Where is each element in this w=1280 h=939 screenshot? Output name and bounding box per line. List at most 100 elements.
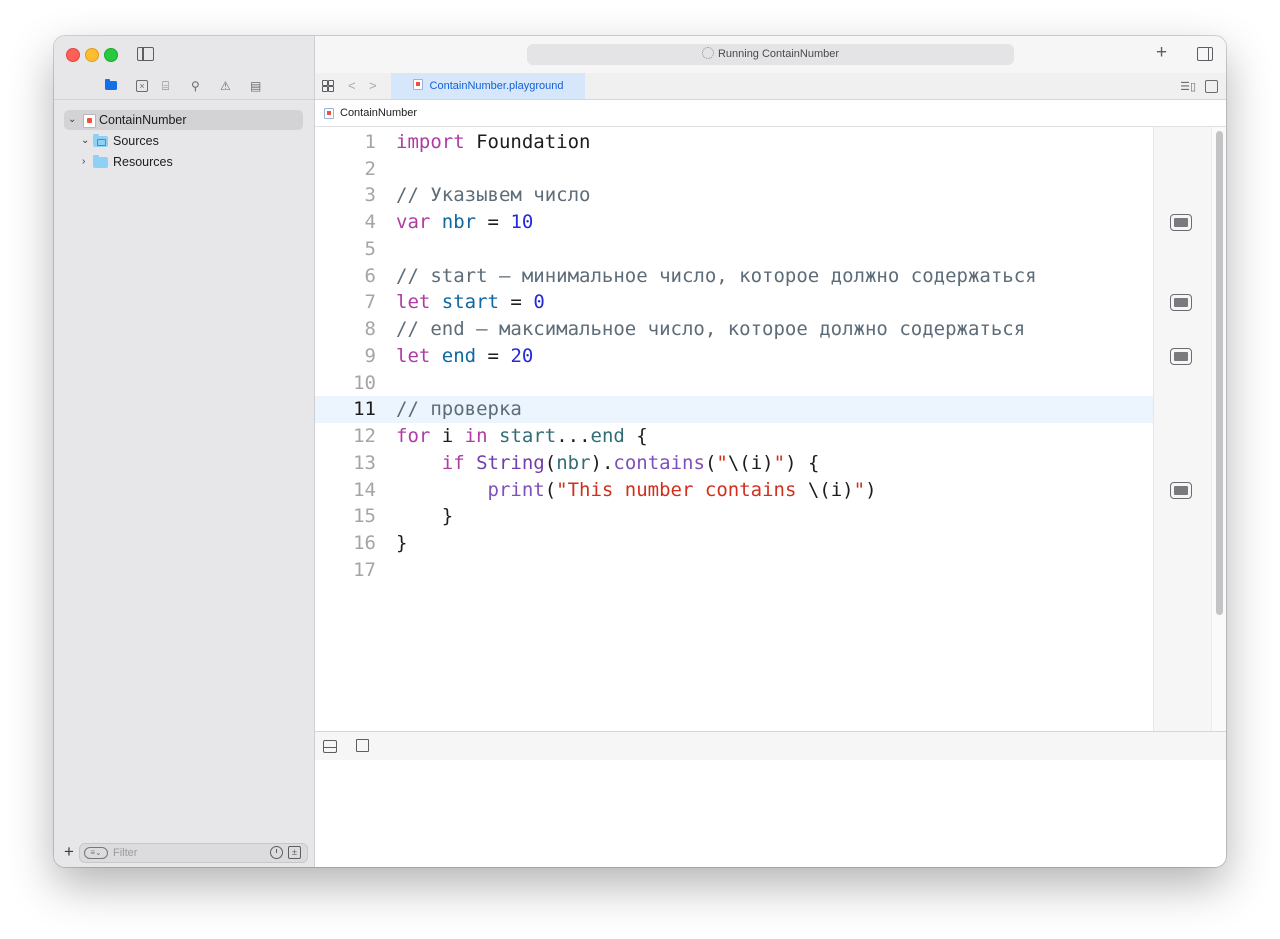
code-line[interactable]: 6 // start — минимальное число, которое д…	[315, 263, 1153, 290]
sources-folder-icon	[93, 134, 108, 147]
zoom-window-button[interactable]	[104, 48, 118, 62]
code-line[interactable]: 10	[315, 370, 1153, 397]
execute-playground-stop-icon[interactable]	[356, 739, 369, 752]
playground-file-icon	[83, 114, 96, 128]
navigator-selector-bar: × ⌸ ⚲ ⚠ ▤	[54, 73, 314, 100]
inspector-toggle-icon[interactable]	[1197, 47, 1213, 61]
results-sidebar	[1153, 127, 1212, 731]
filter-options-icon[interactable]: ≡⌄	[84, 847, 108, 859]
line-number: 17	[353, 559, 376, 581]
code-line[interactable]: 16}	[315, 530, 1153, 557]
filter-placeholder: Filter	[113, 847, 138, 859]
code-line[interactable]: 4 var nbr = 10	[315, 209, 1153, 236]
quick-look-result-icon[interactable]	[1170, 348, 1192, 365]
go-forward-chevron-icon[interactable]: >	[369, 78, 377, 93]
code-text: // Указывем число	[396, 184, 591, 206]
activity-status-text: Running ContainNumber	[717, 48, 840, 60]
add-file-plus-icon[interactable]: +	[64, 843, 74, 861]
navigator-filter-field[interactable]: ≡⌄ Filter ±	[79, 843, 308, 863]
tree-item-resources[interactable]: › Resources	[64, 152, 303, 172]
debug-bar	[315, 731, 1226, 761]
code-text: }	[396, 505, 454, 527]
code-line[interactable]: 17	[315, 557, 1153, 584]
report-navigator-icon[interactable]: ▤	[250, 80, 261, 92]
source-control-filter-icon[interactable]: ±	[288, 846, 301, 859]
line-number: 16	[353, 532, 376, 554]
code-line-current[interactable]: 11 // проверка	[315, 396, 1153, 423]
quick-look-result-icon[interactable]	[1170, 482, 1192, 499]
line-number: 2	[364, 158, 376, 180]
tab-label: ContainNumber.playground	[429, 80, 564, 92]
breadcrumb[interactable]: ContainNumber	[340, 100, 417, 126]
code-text: // start — минимальное число, которое до…	[396, 265, 1037, 287]
line-number: 15	[353, 505, 376, 527]
code-line[interactable]: 14 print("This number contains \(i)")	[315, 477, 1153, 504]
code-text: print("This number contains \(i)")	[487, 479, 877, 501]
spinner-icon	[701, 47, 714, 59]
playground-file-icon	[412, 79, 423, 90]
editor-scrollbar[interactable]	[1211, 127, 1226, 731]
line-number: 4	[364, 211, 376, 233]
line-number: 6	[364, 265, 376, 287]
code-line[interactable]: 1 import Foundation	[315, 129, 1153, 156]
line-number: 7	[364, 291, 376, 313]
tree-item-containnumber[interactable]: ⌄ ContainNumber	[64, 110, 303, 130]
editor-tab-bar: < > ContainNumber.playground ☰▯	[315, 73, 1226, 100]
chevron-down-icon[interactable]: ⌄	[68, 110, 76, 130]
code-line[interactable]: 15 }	[315, 503, 1153, 530]
code-text: import Foundation	[396, 131, 591, 153]
line-number: 8	[364, 318, 376, 340]
close-window-button[interactable]	[66, 48, 80, 62]
line-number: 10	[353, 372, 376, 394]
editor-options-icon[interactable]: ☰▯	[1180, 80, 1196, 93]
window-toolbar: Running ContainNumber +	[315, 36, 1226, 74]
find-navigator-search-icon[interactable]: ⚲	[191, 80, 200, 92]
line-number: 14	[353, 479, 376, 501]
chevron-right-icon[interactable]: ›	[82, 152, 85, 172]
tree-item-sources[interactable]: ⌄ Sources	[64, 131, 303, 151]
source-editor[interactable]: 1 import Foundation 2 3// Указывем число …	[315, 127, 1226, 731]
chevron-down-icon[interactable]: ⌄	[81, 131, 89, 151]
recent-files-clock-icon[interactable]	[270, 846, 283, 859]
code-line[interactable]: 12 for i in start...end {	[315, 423, 1153, 450]
code-line[interactable]: 2	[315, 156, 1153, 183]
tree-item-label: ContainNumber	[99, 113, 187, 127]
scrollbar-thumb[interactable]	[1216, 131, 1223, 615]
line-number: 5	[364, 238, 376, 260]
tree-item-label: Resources	[113, 155, 173, 169]
sidebar-toggle-icon[interactable]	[137, 47, 154, 61]
project-navigator-folder-icon[interactable]	[105, 79, 117, 90]
code-line[interactable]: 13 if String(nbr).contains("\(i)") {	[315, 450, 1153, 477]
code-line[interactable]: 5	[315, 236, 1153, 263]
code-line[interactable]: 9 let end = 20	[315, 343, 1153, 370]
add-editor-split-icon[interactable]	[1205, 80, 1218, 93]
library-plus-icon[interactable]: +	[1156, 43, 1167, 63]
quick-look-result-icon[interactable]	[1170, 214, 1192, 231]
playground-file-icon	[324, 108, 334, 119]
source-control-navigator-icon[interactable]: ×	[136, 80, 148, 92]
code-line[interactable]: 8 // end — максимальное число, которое до…	[315, 316, 1153, 343]
sidebar-titlebar	[54, 36, 314, 73]
minimize-window-button[interactable]	[85, 48, 99, 62]
xcode-window: × ⌸ ⚲ ⚠ ▤ ⌄ ContainNumber ⌄ Sources › Re…	[54, 36, 1226, 867]
code-line[interactable]: 7 let start = 0	[315, 289, 1153, 316]
go-back-chevron-icon[interactable]: <	[348, 78, 356, 93]
issue-navigator-warning-icon[interactable]: ⚠	[220, 80, 231, 92]
console-output[interactable]	[315, 760, 1226, 867]
line-number: 13	[353, 452, 376, 474]
symbol-navigator-icon[interactable]: ⌸	[162, 80, 169, 92]
jump-bar: ContainNumber	[315, 100, 1226, 127]
line-number: 3	[364, 184, 376, 206]
code-text: var nbr = 10	[396, 211, 534, 233]
hide-debug-area-icon[interactable]	[323, 740, 337, 753]
quick-look-result-icon[interactable]	[1170, 294, 1192, 311]
code-text: if String(nbr).contains("\(i)") {	[441, 452, 820, 474]
tab-containnumber-playground[interactable]: ContainNumber.playground	[391, 73, 585, 99]
code-line[interactable]: 3 // Указывем число	[315, 182, 1153, 209]
navigator-filter-bar: + ≡⌄ Filter ±	[54, 839, 314, 867]
related-items-grid-icon[interactable]	[322, 80, 334, 92]
resources-folder-icon	[93, 155, 108, 168]
code-text: for i in start...end {	[396, 425, 648, 447]
code-text: // end — максимальное число, которое дол…	[396, 318, 1026, 340]
code-text: let end = 20	[396, 345, 534, 367]
